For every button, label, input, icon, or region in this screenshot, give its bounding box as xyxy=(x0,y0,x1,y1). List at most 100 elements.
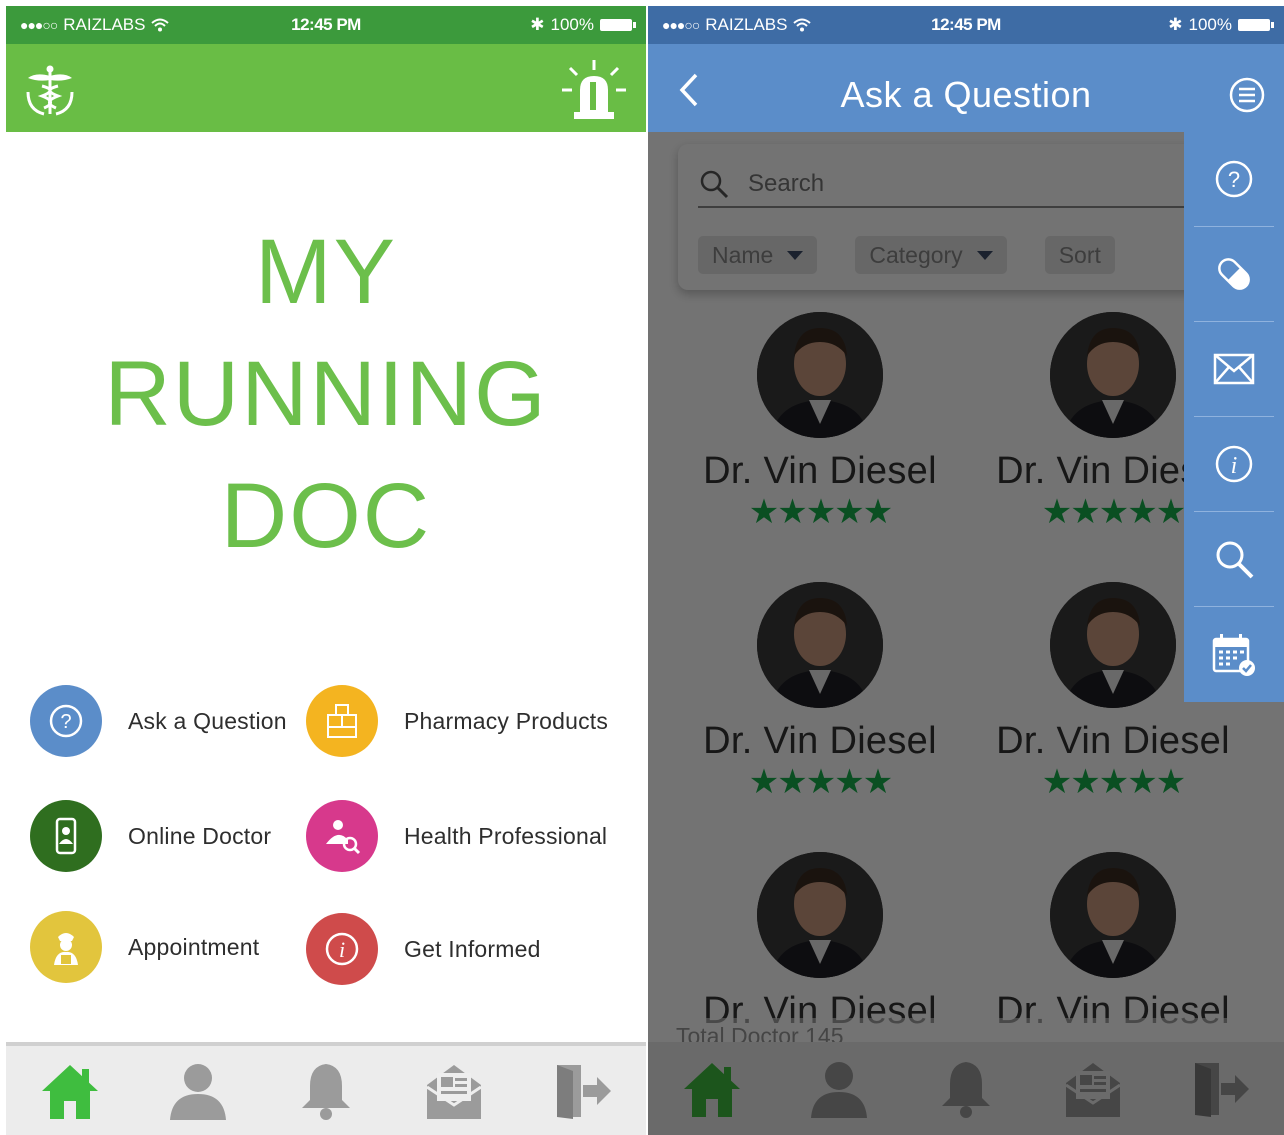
battery-percent: 100% xyxy=(1188,15,1232,34)
bell-icon xyxy=(302,1063,350,1120)
nurse-icon xyxy=(30,911,102,983)
tab-newsletter[interactable] xyxy=(416,1053,492,1129)
menu-pharmacy-products[interactable]: Pharmacy Products xyxy=(306,685,608,757)
bluetooth-icon: ✱ xyxy=(1168,15,1183,34)
side-menu-panel: ? i xyxy=(1184,132,1284,702)
menu-online-doctor[interactable]: Online Doctor xyxy=(30,800,271,872)
tab-profile[interactable] xyxy=(160,1053,236,1129)
side-menu-info[interactable]: i xyxy=(1194,417,1274,512)
app-title: MY RUNNING DOC xyxy=(6,211,646,577)
bluetooth-icon: ✱ xyxy=(530,15,545,34)
doctor-name: Dr. Vin Diesel xyxy=(703,450,937,492)
tab-bar xyxy=(648,1042,1284,1135)
doctor-name: Dr. Vin Diesel xyxy=(996,720,1230,762)
app-bar: Ask a Question xyxy=(648,44,1284,132)
menu-label: Online Doctor xyxy=(128,822,272,849)
menu-icon[interactable] xyxy=(1228,76,1266,114)
doctor-card[interactable]: Dr. Vin Diesel xyxy=(680,852,960,1033)
menu-label: Pharmacy Products xyxy=(404,707,609,734)
newsletter-icon xyxy=(426,1064,482,1119)
side-menu-calendar[interactable] xyxy=(1194,607,1274,702)
doctor-avatar xyxy=(757,582,883,708)
title-line-3: DOC xyxy=(220,465,432,567)
search-input[interactable] xyxy=(748,170,1148,198)
battery-status: ✱ 100% xyxy=(530,15,636,35)
svg-text:i: i xyxy=(339,937,345,962)
side-menu-question[interactable]: ? xyxy=(1194,132,1274,227)
tab-logout[interactable] xyxy=(544,1053,620,1129)
side-menu-search[interactable] xyxy=(1194,512,1274,607)
tab-notifications[interactable] xyxy=(928,1051,1004,1127)
page-title: Ask a Question xyxy=(840,74,1092,115)
side-menu-mail[interactable] xyxy=(1194,322,1274,417)
calendar-icon xyxy=(1212,633,1255,676)
filter-name-dropdown[interactable]: Name xyxy=(698,236,818,274)
title-line-1: MY xyxy=(255,221,397,323)
status-bar: ●●●○○ RAIZLABS 12:45 PM ✱ 100% xyxy=(648,6,1284,44)
newsletter-icon xyxy=(1065,1062,1121,1117)
doctor-avatar xyxy=(757,852,883,978)
filter-row: Name Category Sort xyxy=(698,236,1115,274)
battery-status: ✱ 100% xyxy=(1168,15,1274,35)
doctor-card[interactable]: Dr. Vin Diesel ★★★★★ xyxy=(680,312,960,529)
tab-logout[interactable] xyxy=(1182,1051,1258,1127)
doctor-card[interactable]: Dr. Vin Diesel ★★★★★ xyxy=(680,582,960,799)
title-line-2: RUNNING xyxy=(104,343,548,445)
mobile-doctor-icon xyxy=(30,800,102,872)
medicine-boxes-icon xyxy=(306,685,378,757)
home-icon xyxy=(42,1064,98,1119)
status-bar: ●●●○○ RAIZLABS 12:45 PM ✱ 100% xyxy=(6,6,646,44)
menu-label: Get Informed xyxy=(404,935,541,962)
profile-icon xyxy=(170,1063,226,1120)
menu-label: Health Professional xyxy=(404,822,608,849)
menu-label: Ask a Question xyxy=(128,707,287,734)
svg-text:?: ? xyxy=(1228,167,1240,192)
battery-icon xyxy=(600,19,636,31)
filter-sort-button[interactable]: Sort xyxy=(1044,236,1115,274)
profile-icon xyxy=(810,1061,867,1118)
svg-text:i: i xyxy=(1231,453,1238,479)
svg-text:?: ? xyxy=(60,711,71,733)
doctor-card[interactable]: Dr. Vin Diesel xyxy=(973,852,1253,1033)
search-icon xyxy=(700,170,729,199)
tab-newsletter[interactable] xyxy=(1055,1051,1131,1127)
search-bar xyxy=(698,162,1218,208)
caduceus-logo-icon[interactable] xyxy=(22,62,78,118)
doctor-name: Dr. Vin Diesel xyxy=(703,720,937,762)
filter-label: Name xyxy=(712,241,774,268)
rating-stars: ★★★★★ xyxy=(1041,763,1186,801)
tab-notifications[interactable] xyxy=(288,1053,364,1129)
filter-category-dropdown[interactable]: Category xyxy=(855,236,1007,274)
doctor-avatar xyxy=(1050,852,1176,978)
tab-home[interactable] xyxy=(32,1053,108,1129)
doctor-search-icon xyxy=(306,800,378,872)
logout-icon xyxy=(557,1064,611,1119)
filter-card: Name Category Sort xyxy=(678,144,1238,290)
menu-label: Appointment xyxy=(128,933,260,960)
home-screen: ●●●○○ RAIZLABS 12:45 PM ✱ 100% MY RUNNIN… xyxy=(6,6,646,1135)
question-icon: ? xyxy=(1215,160,1253,198)
rating-stars: ★★★★★ xyxy=(748,493,893,531)
filter-label: Category xyxy=(869,241,963,268)
menu-ask-question[interactable]: ? Ask a Question xyxy=(30,685,287,757)
tab-profile[interactable] xyxy=(801,1051,877,1127)
alarm-siren-icon[interactable] xyxy=(560,58,628,122)
logout-icon xyxy=(1195,1062,1250,1117)
question-icon: ? xyxy=(30,685,102,757)
rating-stars: ★★★★★ xyxy=(748,763,893,801)
menu-get-informed[interactable]: i Get Informed xyxy=(306,913,541,985)
tab-home[interactable] xyxy=(674,1051,750,1127)
doctor-avatar xyxy=(1050,582,1176,708)
mail-icon xyxy=(1213,353,1255,385)
app-comparison: ●●●○○ RAIZLABS 12:45 PM ✱ 100% MY RUNNIN… xyxy=(0,0,1284,1135)
menu-health-professional[interactable]: Health Professional xyxy=(306,800,607,872)
doctor-avatar xyxy=(757,312,883,438)
app-bar xyxy=(6,44,646,132)
search-icon xyxy=(1216,541,1254,579)
doctor-avatar xyxy=(1050,312,1176,438)
info-icon: i xyxy=(1215,445,1253,483)
menu-appointment[interactable]: Appointment xyxy=(30,911,259,983)
filter-label: Sort xyxy=(1058,241,1101,268)
side-menu-pharmacy[interactable] xyxy=(1194,227,1274,322)
bell-icon xyxy=(941,1061,990,1118)
